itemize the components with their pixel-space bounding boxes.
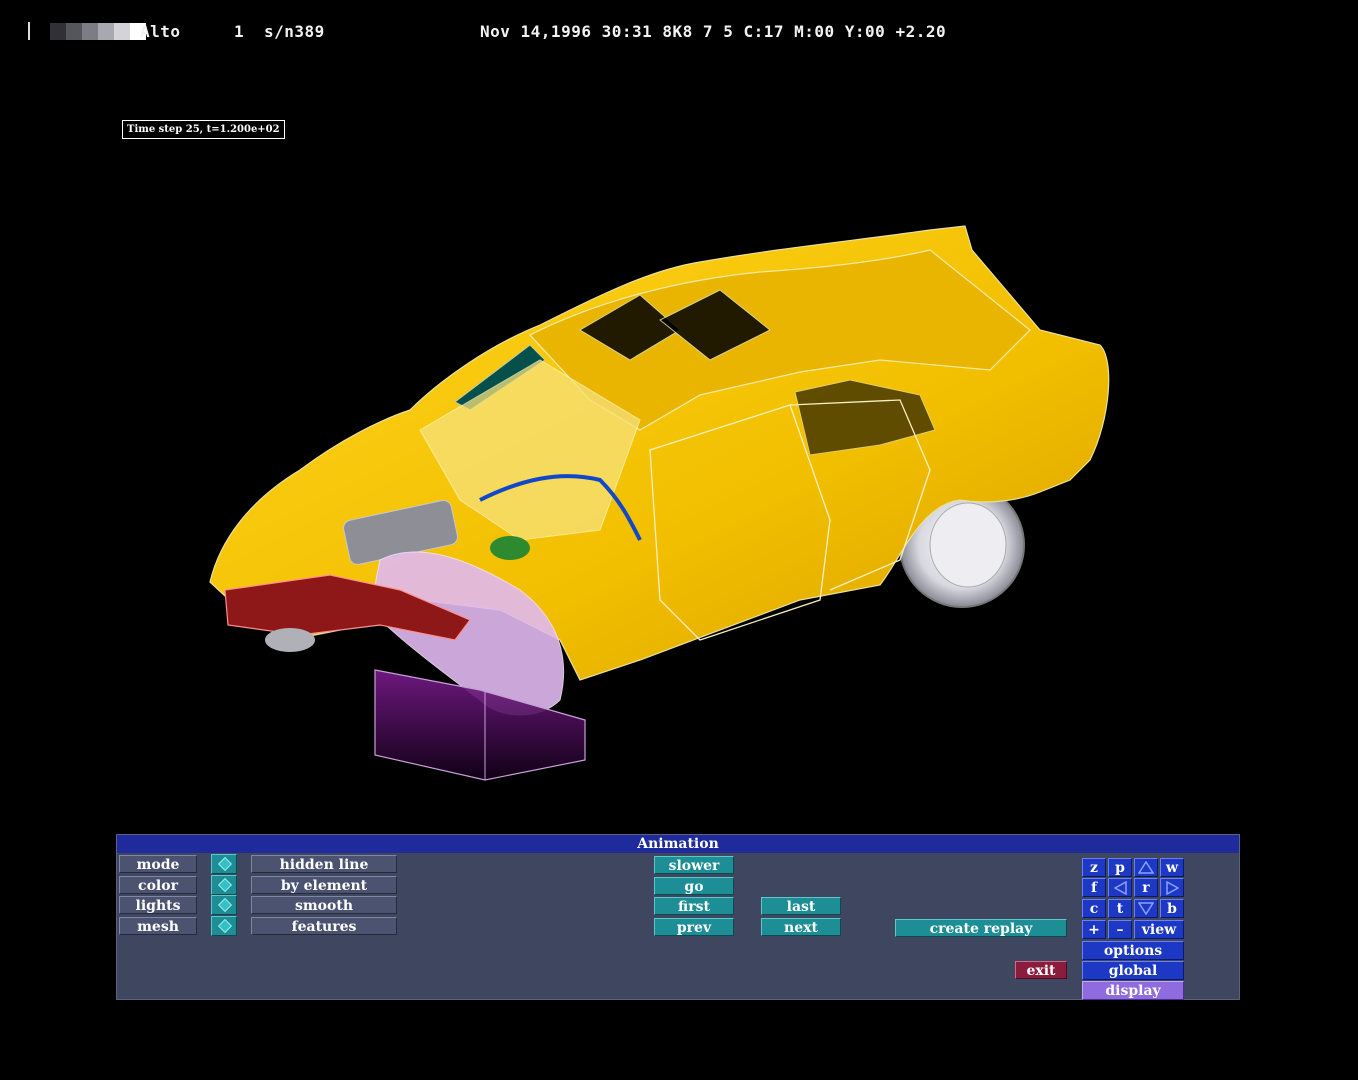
- f-button[interactable]: f: [1082, 878, 1106, 897]
- go-button[interactable]: go: [654, 877, 734, 895]
- z-button[interactable]: z: [1082, 858, 1106, 877]
- create-replay-button[interactable]: create replay: [895, 919, 1067, 937]
- mesh-value[interactable]: features: [251, 917, 397, 935]
- lights-button[interactable]: lights: [119, 896, 197, 914]
- lights-value[interactable]: smooth: [251, 896, 397, 914]
- mesh-button[interactable]: mesh: [119, 917, 197, 935]
- display-button[interactable]: display: [1082, 981, 1184, 1000]
- last-button[interactable]: last: [761, 897, 841, 915]
- prev-button[interactable]: prev: [654, 918, 734, 936]
- global-button[interactable]: global: [1082, 961, 1184, 980]
- c-button[interactable]: c: [1082, 899, 1106, 918]
- zoom-in-button[interactable]: +: [1082, 920, 1106, 939]
- car-crash-viewport[interactable]: [0, 0, 1358, 830]
- options-button[interactable]: options: [1082, 941, 1184, 960]
- color-button[interactable]: color: [119, 876, 197, 894]
- b-button[interactable]: b: [1160, 899, 1184, 918]
- slower-button[interactable]: slower: [654, 856, 734, 874]
- p-button[interactable]: p: [1108, 858, 1132, 877]
- zoom-out-button[interactable]: –: [1108, 920, 1132, 939]
- color-value[interactable]: by element: [251, 876, 397, 894]
- t-button[interactable]: t: [1108, 899, 1132, 918]
- mode-cycle-icon[interactable]: [211, 854, 237, 874]
- w-button[interactable]: w: [1160, 858, 1184, 877]
- color-cycle-icon[interactable]: [211, 875, 237, 895]
- lights-cycle-icon[interactable]: [211, 895, 237, 915]
- rotate-left-icon[interactable]: [1108, 878, 1132, 897]
- mesh-cycle-icon[interactable]: [211, 916, 237, 936]
- mode-value[interactable]: hidden line: [251, 855, 397, 873]
- view-button[interactable]: view: [1134, 920, 1184, 939]
- animation-panel: Animation mode color lights mesh hidden …: [116, 834, 1240, 1000]
- rotate-up-icon[interactable]: [1134, 858, 1158, 877]
- rotate-right-icon[interactable]: [1160, 878, 1184, 897]
- panel-title: Animation: [117, 835, 1239, 853]
- exit-button[interactable]: exit: [1015, 961, 1067, 979]
- mode-button[interactable]: mode: [119, 855, 197, 873]
- r-button[interactable]: r: [1134, 878, 1158, 897]
- next-button[interactable]: next: [761, 918, 841, 936]
- rotate-down-icon[interactable]: [1134, 899, 1158, 918]
- first-button[interactable]: first: [654, 897, 734, 915]
